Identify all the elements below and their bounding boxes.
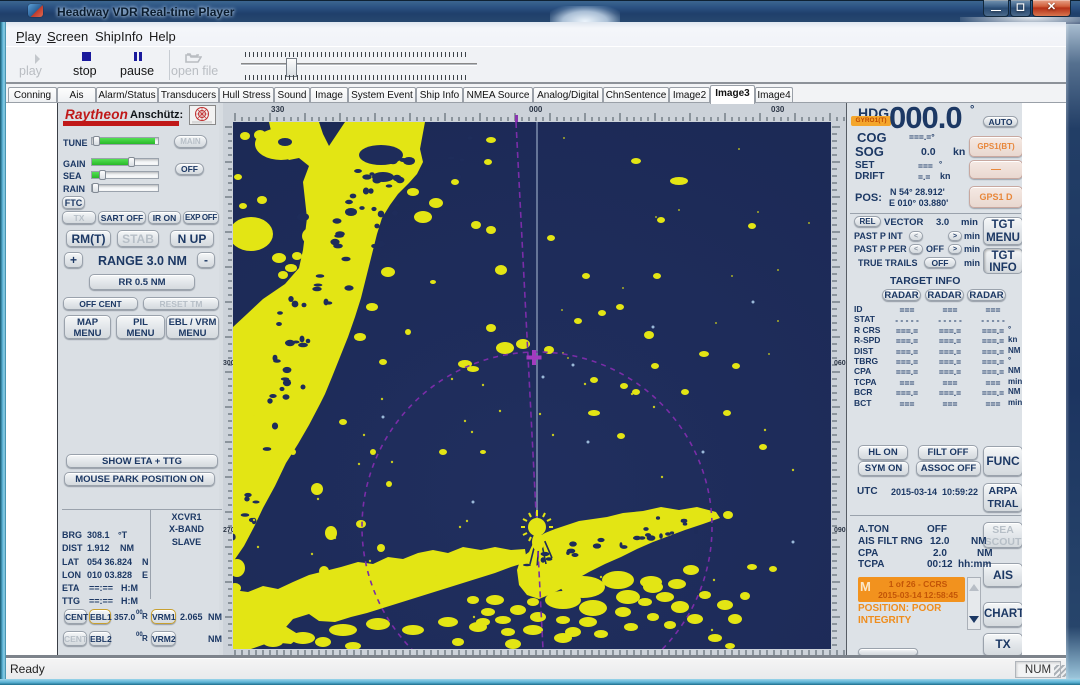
svg-text:270: 270 (223, 527, 233, 534)
svg-text:030: 030 (771, 105, 785, 114)
svg-text:330: 330 (271, 105, 285, 114)
svg-text:090: 090 (834, 527, 846, 534)
svg-text:000: 000 (529, 105, 543, 114)
svg-text:060: 060 (834, 360, 846, 367)
svg-text:300: 300 (223, 360, 233, 367)
